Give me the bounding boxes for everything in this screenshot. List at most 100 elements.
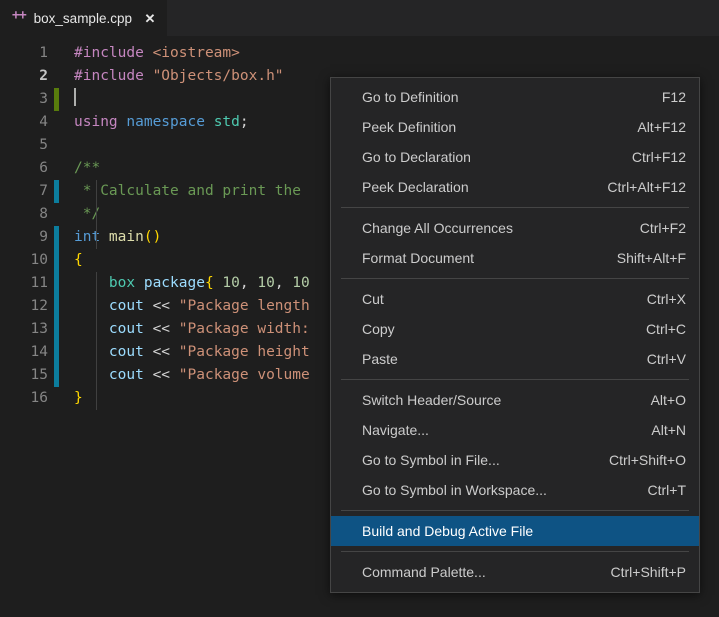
line-number: 14 <box>30 344 48 360</box>
menu-item-shortcut: Ctrl+F12 <box>631 149 686 165</box>
code-token: cout <box>108 321 153 337</box>
menu-item-shortcut: Alt+F12 <box>637 119 686 135</box>
line-content: #include "Objects/box.h" <box>71 62 287 91</box>
line-content: { <box>74 249 83 272</box>
context-menu-item[interactable]: Peek Declaration Ctrl+Alt+F12 <box>331 172 699 202</box>
line-content: cout << "Package length <box>74 295 310 318</box>
menu-item-shortcut: Ctrl+F2 <box>639 220 686 236</box>
context-menu-item[interactable]: Change All Occurrences Ctrl+F2 <box>331 213 699 243</box>
line-number: 2 <box>39 68 48 84</box>
code-token: } <box>74 390 83 406</box>
context-menu-item[interactable]: Command Palette... Ctrl+Shift+P <box>331 557 699 587</box>
line-content: cout << "Package volume <box>74 364 310 387</box>
tab-list: ++ box_sample.cpp ✕ <box>0 0 167 36</box>
code-token: << <box>152 321 179 337</box>
code-token: << <box>152 344 179 360</box>
context-menu-item[interactable]: Peek Definition Alt+F12 <box>331 112 699 142</box>
code-token: { <box>204 275 223 291</box>
line-number: 11 <box>30 275 48 291</box>
gutter-modified-marker <box>54 318 59 341</box>
code-token: cout <box>108 367 153 383</box>
line-number: 15 <box>30 367 48 383</box>
menu-item-shortcut: Ctrl+X <box>646 291 686 307</box>
gutter-blank <box>54 203 59 226</box>
context-menu-item[interactable]: Format Document Shift+Alt+F <box>331 243 699 273</box>
menu-item-shortcut: Shift+Alt+F <box>616 250 686 266</box>
menu-item-shortcut: Alt+O <box>650 392 686 408</box>
context-menu-item[interactable]: Paste Ctrl+V <box>331 344 699 374</box>
gutter-blank <box>54 134 59 157</box>
gutter-modified-marker <box>54 295 59 318</box>
gutter-blank <box>54 387 59 410</box>
close-icon[interactable]: ✕ <box>143 12 157 25</box>
code-token: #include <box>74 45 153 61</box>
context-menu-item[interactable]: Switch Header/Source Alt+O <box>331 385 699 415</box>
code-token: int <box>74 229 109 245</box>
code-token: << <box>152 367 179 383</box>
gutter-modified-marker <box>54 341 59 364</box>
line-number: 7 <box>39 183 48 199</box>
line-content: using namespace std; <box>74 111 249 134</box>
code-token: namespace <box>126 114 214 130</box>
code-token: using <box>74 114 127 130</box>
context-menu-item[interactable]: Go to Definition F12 <box>331 82 699 112</box>
code-token: package <box>143 275 205 291</box>
context-menu-item[interactable]: Build and Debug Active File <box>331 516 699 546</box>
line-number: 13 <box>30 321 48 337</box>
menu-separator <box>341 207 689 208</box>
context-menu-item[interactable]: Navigate... Alt+N <box>331 415 699 445</box>
line-number: 9 <box>39 229 48 245</box>
line-number: 1 <box>39 45 48 61</box>
text-cursor <box>74 88 76 106</box>
line-number: 6 <box>39 160 48 176</box>
menu-item-label: Go to Symbol in File... <box>362 452 500 468</box>
code-token: "Package height <box>178 344 310 360</box>
gutter-modified-marker <box>54 272 59 295</box>
menu-separator <box>341 278 689 279</box>
menu-item-label: Navigate... <box>362 422 429 438</box>
indent-guide <box>96 272 97 410</box>
menu-separator <box>341 379 689 380</box>
gutter-added-marker <box>54 88 59 111</box>
code-token: std <box>213 114 240 130</box>
menu-item-label: Switch Header/Source <box>362 392 502 408</box>
code-token: * Calculate and print the <box>74 183 301 199</box>
line-content: * Calculate and print the <box>74 180 301 203</box>
line-number: 8 <box>39 206 48 222</box>
code-token: 10 <box>257 275 275 291</box>
menu-item-label: Format Document <box>362 250 475 266</box>
context-menu-item[interactable]: Go to Declaration Ctrl+F12 <box>331 142 699 172</box>
context-menu-item[interactable]: Go to Symbol in File... Ctrl+Shift+O <box>331 445 699 475</box>
code-token: cout <box>108 298 153 314</box>
code-token: ; <box>239 114 249 130</box>
menu-item-shortcut: Ctrl+V <box>646 351 686 367</box>
menu-item-shortcut: Ctrl+Shift+O <box>608 452 686 468</box>
editor-context-menu[interactable]: Go to Definition F12 Peek Definition Alt+F1… <box>330 77 700 593</box>
gutter-blank <box>54 157 59 180</box>
cpp-file-icon: ++ <box>12 7 27 23</box>
line-content <box>74 88 76 111</box>
menu-item-label: Command Palette... <box>362 564 486 580</box>
menu-item-shortcut: Ctrl+Shift+P <box>610 564 686 580</box>
menu-item-label: Go to Symbol in Workspace... <box>362 482 547 498</box>
context-menu-item[interactable]: Cut Ctrl+X <box>331 284 699 314</box>
code-token: main <box>108 229 144 245</box>
context-menu-item[interactable]: Copy Ctrl+C <box>331 314 699 344</box>
context-menu-item[interactable]: Go to Symbol in Workspace... Ctrl+T <box>331 475 699 505</box>
menu-item-shortcut: Alt+N <box>651 422 686 438</box>
code-line[interactable]: 1 #include <iostream> <box>0 42 719 65</box>
line-content: cout << "Package width: <box>74 318 310 341</box>
menu-item-label: Peek Declaration <box>362 179 469 195</box>
code-token: "Package length <box>178 298 310 314</box>
menu-separator <box>341 551 689 552</box>
editor-tab[interactable]: ++ box_sample.cpp ✕ <box>0 0 167 36</box>
code-token: () <box>143 229 162 245</box>
code-token: cout <box>108 344 153 360</box>
menu-item-label: Build and Debug Active File <box>362 523 534 539</box>
gutter-blank <box>54 42 59 65</box>
line-number: 3 <box>39 91 48 107</box>
menu-item-label: Cut <box>362 291 384 307</box>
gutter-modified-marker <box>54 364 59 387</box>
menu-item-shortcut: F12 <box>661 89 686 105</box>
code-token: /** <box>74 160 101 176</box>
